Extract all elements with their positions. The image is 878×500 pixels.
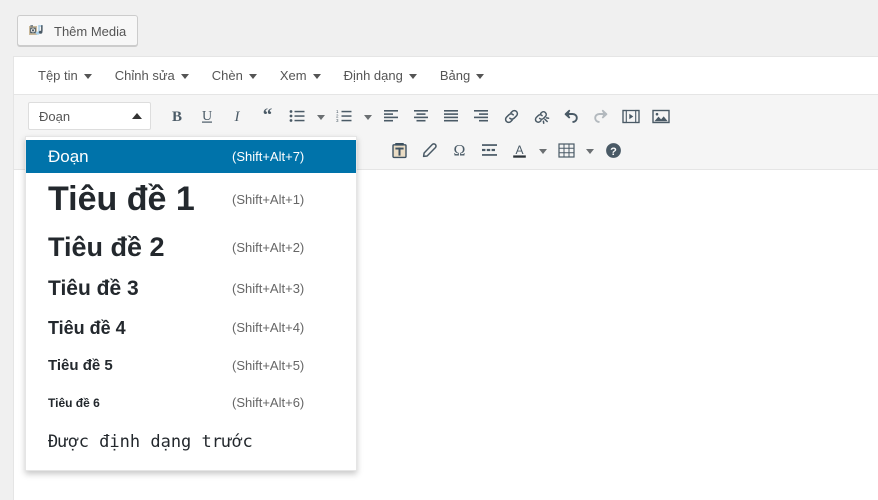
chevron-up-icon <box>132 113 142 119</box>
chevron-down-icon <box>585 148 594 154</box>
format-option-preformatted-label: Được định dạng trước <box>48 432 253 452</box>
add-media-button[interactable]: Thêm Media <box>17 15 139 46</box>
text-color-options-button[interactable] <box>534 136 551 164</box>
chevron-down-icon <box>83 74 92 79</box>
format-option-heading-3-shortcut: (Shift+Alt+3) <box>232 281 305 296</box>
menu-item-insert[interactable]: Chèn <box>203 64 266 87</box>
redo-button[interactable] <box>586 102 616 130</box>
svg-text:?: ? <box>610 146 617 158</box>
wordpress-editor-screen: Thêm Media Tệp tin Chỉnh sửa Chèn Xem Đị <box>0 0 878 500</box>
svg-text:I: I <box>234 109 241 124</box>
format-option-heading-6-label: Tiêu đề 6 <box>48 395 100 410</box>
underline-button[interactable]: U <box>192 102 222 130</box>
toolbar-row-1: Đoạn B U I “ 1 2 3 <box>28 99 878 133</box>
menu-item-file-label: Tệp tin <box>38 68 78 83</box>
keyboard-shortcuts-button[interactable]: ? <box>598 136 628 164</box>
table-button[interactable] <box>551 136 581 164</box>
chevron-down-icon <box>316 114 325 120</box>
menu-item-edit[interactable]: Chỉnh sửa <box>106 64 198 87</box>
format-option-paragraph[interactable]: Đoạn (Shift+Alt+7) <box>26 140 356 173</box>
format-option-preformatted[interactable]: Được định dạng trước <box>26 421 356 463</box>
text-color-button[interactable]: A <box>504 136 534 164</box>
format-option-heading-5-label: Tiêu đề 5 <box>48 357 113 374</box>
bold-button[interactable]: B <box>162 102 192 130</box>
media-icon <box>27 21 47 41</box>
table-options-button[interactable] <box>581 136 598 164</box>
bulleted-list-options-button[interactable] <box>312 102 329 130</box>
horizontal-rule-button[interactable] <box>474 136 504 164</box>
add-media-label: Thêm Media <box>54 24 127 39</box>
format-option-heading-5[interactable]: Tiêu đề 5 (Shift+Alt+5) <box>26 347 356 384</box>
menu-item-table-label: Bảng <box>439 68 471 83</box>
insert-image-button[interactable] <box>646 102 676 130</box>
insert-video-button[interactable] <box>616 102 646 130</box>
format-select[interactable]: Đoạn <box>28 102 151 130</box>
menu-item-format[interactable]: Định dạng <box>335 64 426 87</box>
chevron-down-icon <box>248 74 257 79</box>
format-option-heading-4-label: Tiêu đề 4 <box>48 317 126 338</box>
paste-as-text-button[interactable] <box>384 136 414 164</box>
format-option-heading-1-label: Tiêu đề 1 <box>48 180 195 218</box>
svg-text:A: A <box>515 143 523 157</box>
format-option-heading-3[interactable]: Tiêu đề 3 (Shift+Alt+3) <box>26 269 356 308</box>
format-option-heading-2-label: Tiêu đề 2 <box>48 231 165 262</box>
format-option-paragraph-label: Đoạn <box>48 146 89 166</box>
menu-item-file[interactable]: Tệp tin <box>29 64 101 87</box>
chevron-down-icon <box>408 74 417 79</box>
numbered-list-options-button[interactable] <box>359 102 376 130</box>
format-option-heading-1[interactable]: Tiêu đề 1 (Shift+Alt+1) <box>26 173 356 225</box>
bulleted-list-button[interactable] <box>282 102 312 130</box>
format-option-heading-4[interactable]: Tiêu đề 4 (Shift+Alt+4) <box>26 308 356 347</box>
format-option-heading-1-shortcut: (Shift+Alt+1) <box>232 191 305 207</box>
format-option-heading-2[interactable]: Tiêu đề 2 (Shift+Alt+2) <box>26 225 356 269</box>
format-option-heading-3-label: Tiêu đề 3 <box>48 277 139 300</box>
chevron-down-icon <box>312 74 321 79</box>
blockquote-button[interactable]: “ <box>252 102 282 130</box>
chevron-down-icon <box>538 148 547 154</box>
menu-item-view[interactable]: Xem <box>271 64 330 87</box>
menu-item-edit-label: Chỉnh sửa <box>114 68 175 83</box>
svg-text:B: B <box>172 109 182 124</box>
format-option-heading-6[interactable]: Tiêu đề 6 (Shift+Alt+6) <box>26 384 356 421</box>
format-select-value: Đoạn <box>39 108 71 124</box>
align-right-button[interactable] <box>466 102 496 130</box>
align-justify-button[interactable] <box>436 102 466 130</box>
svg-text:Ω: Ω <box>453 142 465 159</box>
insert-link-button[interactable] <box>496 102 526 130</box>
menu-item-table[interactable]: Bảng <box>431 64 493 87</box>
svg-text:3: 3 <box>336 118 339 123</box>
format-option-heading-5-shortcut: (Shift+Alt+5) <box>232 358 305 373</box>
menu-item-format-label: Định dạng <box>343 68 403 83</box>
chevron-down-icon <box>476 74 485 79</box>
format-option-heading-2-shortcut: (Shift+Alt+2) <box>232 239 305 255</box>
format-option-heading-6-shortcut: (Shift+Alt+6) <box>232 395 305 410</box>
chevron-down-icon <box>363 114 372 120</box>
format-option-paragraph-shortcut: (Shift+Alt+7) <box>232 149 305 164</box>
numbered-list-button[interactable]: 1 2 3 <box>329 102 359 130</box>
editor-menubar: Tệp tin Chỉnh sửa Chèn Xem Định dạng Bản… <box>14 57 878 95</box>
format-option-heading-4-shortcut: (Shift+Alt+4) <box>232 320 305 335</box>
special-character-button[interactable]: Ω <box>444 136 474 164</box>
align-center-button[interactable] <box>406 102 436 130</box>
remove-link-button[interactable] <box>526 102 556 130</box>
menu-item-insert-label: Chèn <box>211 68 243 83</box>
menu-item-view-label: Xem <box>279 68 307 83</box>
italic-button[interactable]: I <box>222 102 252 130</box>
chevron-down-icon <box>180 74 189 79</box>
undo-button[interactable] <box>556 102 586 130</box>
clear-formatting-button[interactable] <box>414 136 444 164</box>
svg-text:“: “ <box>262 108 272 124</box>
align-left-button[interactable] <box>376 102 406 130</box>
format-dropdown-menu: Đoạn (Shift+Alt+7) Tiêu đề 1 (Shift+Alt+… <box>25 136 357 471</box>
